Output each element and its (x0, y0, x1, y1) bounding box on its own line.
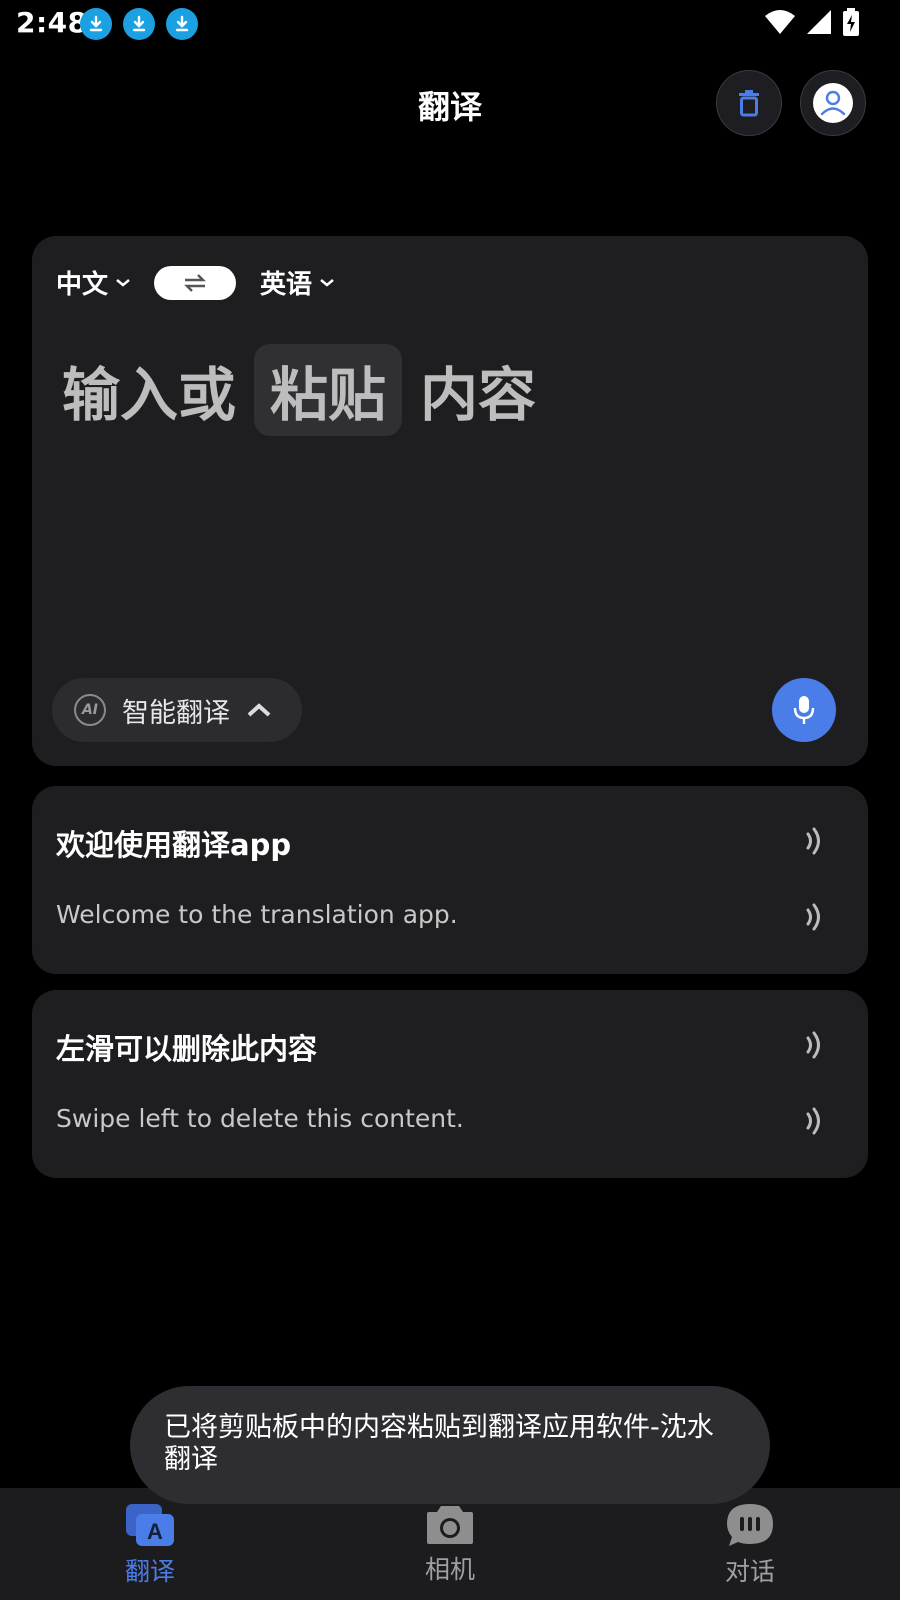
chevron-down-icon (116, 278, 130, 287)
speaker-icon[interactable] (802, 1106, 828, 1136)
download-icon (80, 8, 112, 40)
input-placeholder-part: 内容 (420, 361, 537, 429)
chevron-up-icon (247, 703, 271, 717)
clear-history-button[interactable] (716, 70, 782, 136)
source-language-select[interactable]: 中文 (56, 264, 132, 301)
nav-tab-conversation[interactable]: 对话 (690, 1502, 810, 1588)
status-bar: 2:48 (0, 0, 900, 48)
translate-icon: A (126, 1504, 174, 1546)
nav-label: 对话 (724, 1557, 775, 1586)
profile-icon (813, 83, 853, 123)
bottom-navigation: A 翻译 相机 对话 (0, 1488, 900, 1600)
translation-mode-label: 智能翻译 (122, 697, 230, 729)
chevron-down-icon (320, 278, 334, 287)
camera-icon (427, 1506, 473, 1544)
history-source-text: 左滑可以删除此内容 (56, 1032, 318, 1066)
history-source-text: 欢迎使用翻译app (56, 828, 292, 862)
translator-card: 中文 英语 输入或 粘贴 内容 AI 智能翻译 (32, 236, 868, 766)
download-icon (123, 8, 155, 40)
profile-button[interactable] (800, 70, 866, 136)
swap-icon (184, 273, 206, 292)
history-item[interactable]: 欢迎使用翻译app Welcome to the translation app… (32, 786, 868, 974)
toast-message: 已将剪贴板中的内容粘贴到翻译应用软件-沈水翻译 (130, 1386, 770, 1504)
target-language-label: 英语 (260, 270, 313, 300)
paste-button[interactable]: 粘贴 (254, 344, 403, 436)
history-item[interactable]: 左滑可以删除此内容 Swipe left to delete this cont… (32, 990, 868, 1178)
svg-text:A: A (147, 1519, 163, 1544)
ai-icon: AI (74, 694, 106, 726)
history-translation-text: Welcome to the translation app. (56, 900, 458, 929)
voice-input-button[interactable] (772, 678, 836, 742)
battery-charging-icon (843, 8, 859, 36)
speaker-icon[interactable] (802, 826, 828, 856)
swap-languages-button[interactable] (154, 265, 237, 300)
trash-icon (739, 90, 759, 117)
translation-mode-selector[interactable]: AI 智能翻译 (52, 678, 302, 742)
input-placeholder-part: 输入或 (62, 361, 237, 429)
source-language-label: 中文 (56, 270, 109, 300)
nav-tab-camera[interactable]: 相机 (390, 1502, 510, 1586)
download-icon (166, 8, 198, 40)
nav-label: 翻译 (124, 1557, 175, 1586)
translation-input[interactable]: 输入或 粘贴 内容 (62, 344, 536, 436)
speaker-icon[interactable] (802, 1030, 828, 1060)
signal-icon (807, 10, 831, 34)
status-time: 2:48 (16, 6, 88, 39)
nav-label: 相机 (424, 1555, 475, 1584)
target-language-select[interactable]: 英语 (260, 264, 336, 301)
microphone-icon (793, 696, 815, 724)
chat-icon (727, 1504, 773, 1546)
history-translation-text: Swipe left to delete this content. (56, 1104, 464, 1133)
wifi-icon (765, 10, 795, 34)
speaker-icon[interactable] (802, 902, 828, 932)
nav-tab-translate[interactable]: A 翻译 (90, 1502, 210, 1588)
